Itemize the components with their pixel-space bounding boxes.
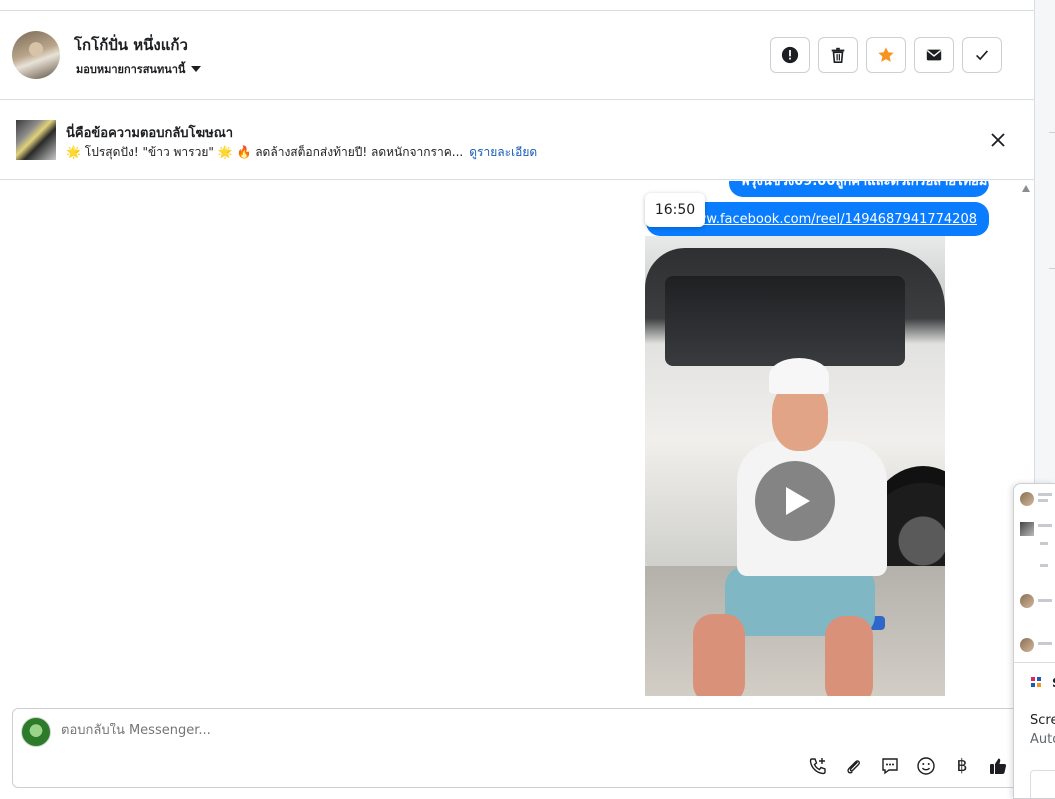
trash-icon: [831, 47, 845, 64]
grid-plugin-icon: [1031, 677, 1041, 687]
alert-icon: [781, 46, 799, 64]
mini-text-line: [1040, 542, 1048, 545]
page-avatar: [21, 717, 51, 747]
ad-reply-banner: นี่คือข้อความตอบกลับโฆษณา 🌟 โปรสุดปัง! "…: [0, 100, 1034, 180]
payment-baht-icon[interactable]: ฿: [951, 755, 973, 777]
divider: [1049, 268, 1055, 269]
thumbs-up-icon: [990, 758, 1007, 774]
ad-banner-title: นี่คือข้อความตอบกลับโฆษณา: [66, 126, 234, 141]
message-list[interactable]: พรุ่งนี้ช่วง09.00ลูกค้าและตัวเกรียสายไทย…: [0, 181, 1034, 701]
check-icon: [976, 50, 989, 61]
smiley-icon: [917, 757, 935, 775]
star-button[interactable]: [866, 37, 906, 73]
message-bubble-outgoing: พรุ่งนี้ช่วง09.00ลูกค้าและตัวเกรียสายไทย…: [729, 181, 989, 197]
ad-thumbnail[interactable]: [16, 120, 56, 160]
ad-details-link[interactable]: ดูรายละเอียด: [469, 145, 537, 159]
side-popup-line: Scre: [1030, 713, 1055, 728]
caret-down-icon: [191, 66, 202, 72]
mini-text-line: [1040, 564, 1048, 567]
mini-avatar: [1020, 594, 1034, 608]
side-popup-panel[interactable]: S Scre Auto: [1013, 483, 1055, 799]
app-root: โกโก้ปั่น หนึ่งแก้ว มอบหมายการสนทนานี้ น…: [0, 0, 1055, 799]
composer-tools: ฿: [807, 755, 1009, 777]
mark-done-button[interactable]: [962, 37, 1002, 73]
mini-thumbnail: [1020, 522, 1034, 536]
like-button[interactable]: [987, 755, 1009, 777]
call-button[interactable]: [807, 755, 829, 777]
saved-replies-button[interactable]: [879, 755, 901, 777]
mini-text-line: [1038, 524, 1052, 527]
mini-avatar: [1020, 638, 1034, 652]
mini-text-line: [1038, 642, 1052, 645]
side-popup-card[interactable]: [1030, 770, 1055, 798]
side-popup-line: Auto: [1030, 732, 1055, 747]
video-person-leg: [693, 614, 745, 696]
ad-banner-description: 🌟 โปรสุดปัง! "ข้าว พารวย" 🌟 🔥 ลดล้างสต็อ…: [66, 143, 537, 162]
ad-description-text: 🌟 โปรสุดปัง! "ข้าว พารวย" 🌟 🔥 ลดล้างสต็อ…: [66, 145, 464, 159]
mark-unread-button[interactable]: [914, 37, 954, 73]
header-actions: [770, 37, 1002, 73]
attach-button[interactable]: [843, 755, 865, 777]
contact-avatar[interactable]: [12, 31, 60, 79]
video-person-cap: [769, 358, 829, 394]
reply-input[interactable]: [61, 723, 961, 738]
star-icon: [878, 47, 894, 62]
close-ad-banner-button[interactable]: [988, 130, 1008, 154]
assign-conversation-dropdown[interactable]: มอบหมายการสนทนานี้: [76, 60, 202, 78]
contact-name[interactable]: โกโก้ปั่น หนึ่งแก้ว: [74, 33, 188, 57]
mark-spam-button[interactable]: [770, 37, 810, 73]
emoji-button[interactable]: [915, 755, 937, 777]
play-button[interactable]: [755, 461, 835, 541]
conversation-pane: โกโก้ปั่น หนึ่งแก้ว มอบหมายการสนทนานี้ น…: [0, 0, 1034, 799]
phone-plus-icon: [809, 758, 826, 775]
paperclip-icon: [847, 760, 860, 774]
mini-text-line: [1038, 499, 1048, 502]
video-attachment[interactable]: [645, 236, 945, 696]
mini-avatar: [1020, 492, 1034, 506]
video-person-leg: [825, 616, 873, 696]
divider: [1014, 662, 1055, 663]
envelope-icon: [926, 49, 942, 61]
reply-composer: ฿: [12, 708, 1034, 788]
conversation-header: โกโก้ปั่น หนึ่งแก้ว มอบหมายการสนทนานี้: [0, 11, 1034, 100]
mini-text-line: [1038, 493, 1052, 496]
close-icon: [991, 133, 1005, 147]
mini-text-line: [1038, 599, 1052, 602]
video-car-window: [665, 276, 905, 366]
delete-button[interactable]: [818, 37, 858, 73]
divider: [1049, 132, 1055, 133]
chat-bubble-icon: [882, 758, 898, 775]
assign-label: มอบหมายการสนทนานี้: [76, 63, 186, 76]
play-icon: [786, 487, 810, 515]
message-time-tooltip: 16:50: [645, 193, 705, 227]
scroll-up-arrow-icon[interactable]: [1022, 185, 1030, 192]
reel-link[interactable]: www.facebook.com/reel/1494687941774208: [685, 212, 977, 227]
